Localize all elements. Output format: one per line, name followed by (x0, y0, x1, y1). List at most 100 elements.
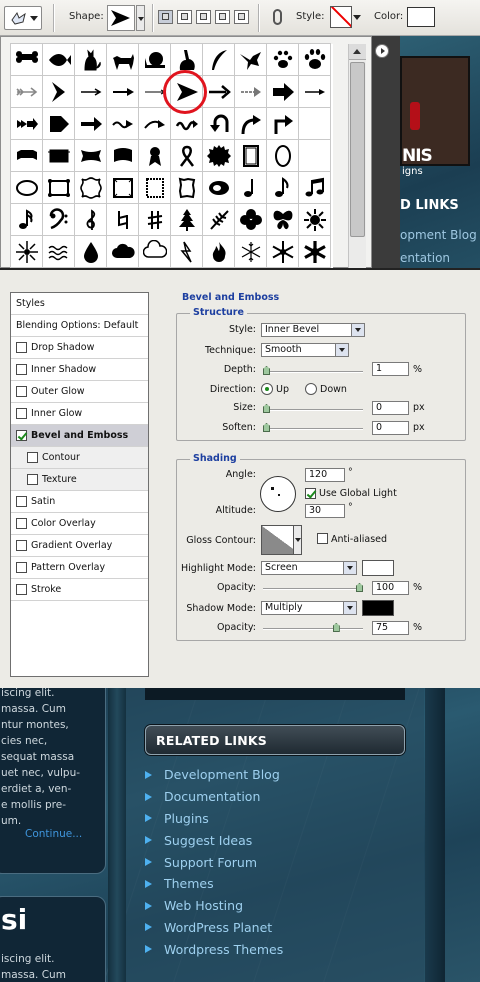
shape-cell[interactable] (106, 139, 139, 172)
style-item-pattern-overlay[interactable]: Pattern Overlay (11, 557, 148, 579)
styles-header[interactable]: Styles (11, 293, 148, 315)
related-link-item[interactable]: Support Forum (145, 851, 405, 873)
style-item-texture[interactable]: Texture (11, 469, 148, 491)
style-item-contour[interactable]: Contour (11, 447, 148, 469)
related-link-item[interactable]: Themes (145, 873, 405, 895)
style-item-bevel-and-emboss[interactable]: Bevel and Emboss (11, 425, 148, 447)
shape-cell[interactable] (106, 171, 139, 204)
shape-cell[interactable] (42, 43, 75, 76)
shape-cell[interactable] (298, 203, 331, 236)
shadow-opacity-input[interactable]: 75 (372, 621, 409, 635)
shape-cell[interactable] (138, 43, 171, 76)
shape-cell[interactable] (234, 75, 267, 108)
shape-cell[interactable] (202, 203, 235, 236)
style-item-stroke[interactable]: Stroke (11, 579, 148, 601)
shape-cell[interactable] (298, 75, 331, 108)
shape-cell[interactable] (266, 171, 299, 204)
direction-up-radio[interactable] (261, 383, 273, 395)
related-link-label[interactable]: Support Forum (164, 855, 257, 870)
related-link-label[interactable]: Wordpress Themes (164, 942, 283, 957)
style-item-drop-shadow[interactable]: Drop Shadow (11, 337, 148, 359)
related-link-label[interactable]: Web Hosting (164, 898, 243, 913)
highlight-opacity-input[interactable]: 100 (372, 581, 409, 595)
style-item-gradient-overlay[interactable]: Gradient Overlay (11, 535, 148, 557)
shape-cell[interactable] (74, 75, 107, 108)
shadow-opacity-slider[interactable] (263, 623, 363, 632)
style-checkbox[interactable] (27, 452, 38, 463)
shape-cell[interactable] (74, 235, 107, 268)
direction-down-radio[interactable] (305, 383, 317, 395)
size-input[interactable]: 0 (372, 401, 409, 415)
highlight-opacity-slider[interactable] (263, 583, 363, 592)
shape-cell[interactable] (266, 43, 299, 76)
size-slider[interactable] (263, 404, 363, 413)
highlight-color-swatch[interactable] (362, 560, 394, 576)
style-checkbox[interactable] (27, 474, 38, 485)
new-layer-mode-button[interactable] (158, 10, 173, 24)
shape-cell[interactable] (42, 107, 75, 140)
shape-cell[interactable] (106, 107, 139, 140)
shape-cell[interactable] (234, 139, 267, 172)
scroll-up-button[interactable] (349, 44, 366, 60)
angle-input[interactable]: 120 (305, 468, 345, 482)
shape-cell[interactable] (298, 43, 331, 76)
picker-scrollbar[interactable] (348, 44, 366, 268)
style-checkbox[interactable] (16, 562, 27, 573)
shape-cell[interactable] (170, 139, 203, 172)
shape-cell[interactable] (266, 75, 299, 108)
shape-cell[interactable] (170, 235, 203, 268)
shape-cell[interactable] (42, 75, 75, 108)
highlight-mode-select[interactable]: Screen (261, 561, 357, 575)
shape-cell[interactable] (74, 107, 107, 140)
depth-input[interactable]: 1 (372, 362, 409, 376)
style-item-inner-shadow[interactable]: Inner Shadow (11, 359, 148, 381)
style-item-color-overlay[interactable]: Color Overlay (11, 513, 148, 535)
anti-aliased-checkbox[interactable] (317, 533, 328, 544)
shape-cell[interactable] (202, 171, 235, 204)
related-link-item[interactable]: Plugins (145, 808, 405, 830)
shape-cell[interactable] (170, 203, 203, 236)
related-link-label[interactable]: Documentation (164, 789, 260, 804)
shape-cell[interactable] (266, 139, 299, 172)
post-title[interactable]: si (1, 903, 27, 936)
shape-cell[interactable] (106, 75, 139, 108)
scroll-thumb[interactable] (350, 62, 365, 237)
color-swatch[interactable] (407, 7, 435, 27)
shape-cell[interactable] (234, 171, 267, 204)
subtract-mode-button[interactable] (196, 10, 211, 24)
altitude-input[interactable]: 30 (305, 504, 345, 518)
intersect-mode-button[interactable] (215, 10, 230, 24)
related-link-label[interactable]: Development Blog (164, 767, 280, 782)
shape-cell[interactable] (10, 235, 43, 268)
style-item-inner-glow[interactable]: Inner Glow (11, 403, 148, 425)
soften-slider[interactable] (263, 423, 363, 432)
shape-cell[interactable] (202, 139, 235, 172)
shape-cell[interactable] (42, 203, 75, 236)
shape-cell[interactable] (266, 203, 299, 236)
shape-cell[interactable] (266, 107, 299, 140)
shape-cell[interactable] (234, 235, 267, 268)
related-link-item[interactable]: WordPress Planet (145, 917, 405, 939)
link-icon[interactable] (273, 9, 282, 25)
shape-cell[interactable] (234, 43, 267, 76)
related-link-item[interactable]: Documentation (145, 786, 405, 808)
shape-cell[interactable] (266, 235, 299, 268)
shape-cell[interactable] (74, 203, 107, 236)
shape-cell[interactable] (74, 43, 107, 76)
style-checkbox[interactable] (16, 408, 27, 419)
related-link-item[interactable]: Development Blog (145, 764, 405, 786)
related-link-label[interactable]: WordPress Planet (164, 920, 272, 935)
style-picker-button[interactable] (330, 6, 352, 28)
gloss-contour-dropdown[interactable] (293, 525, 302, 555)
style-checkbox[interactable] (16, 584, 27, 595)
shape-cell[interactable] (74, 139, 107, 172)
style-checkbox[interactable] (16, 540, 27, 551)
style-checkbox[interactable] (16, 364, 27, 375)
shape-cell[interactable] (138, 235, 171, 268)
shape-cell[interactable] (74, 171, 107, 204)
exclude-mode-button[interactable] (234, 10, 249, 24)
angle-dial[interactable] (260, 476, 296, 512)
shape-cell[interactable] (138, 139, 171, 172)
tool-preset-picker[interactable] (4, 6, 42, 30)
shape-cell[interactable] (202, 235, 235, 268)
